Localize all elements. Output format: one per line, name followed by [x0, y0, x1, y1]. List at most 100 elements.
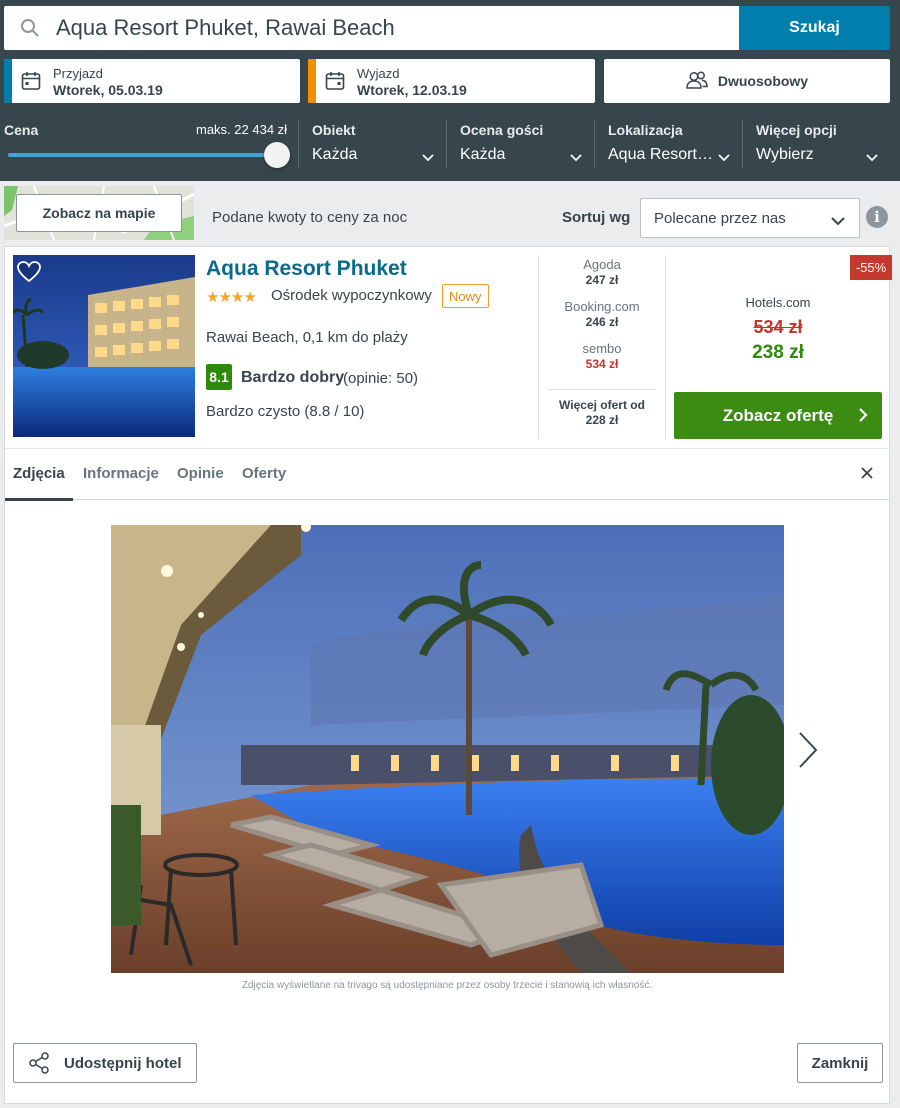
price-filter[interactable]: Cena maks. 22 434 zł [4, 113, 290, 173]
location-filter[interactable]: Lokalizacja Aqua Resort… [608, 113, 734, 173]
guest-rating-filter[interactable]: Ocena gości Każda [460, 113, 586, 173]
checkin-label: Przyjazd [53, 66, 103, 81]
deal-provider: Agoda [583, 257, 621, 272]
view-deal-label: Zobacz ofertę [722, 405, 834, 425]
alternative-deals: Agoda 247 zł Booking.com 246 zł sembo 53… [540, 257, 664, 428]
checkout-field[interactable]: Wyjazd Wtorek, 12.03.19 [308, 59, 595, 103]
divider [665, 255, 666, 439]
room-type-selector[interactable]: Dwuosobowy [604, 59, 890, 103]
tab-deals[interactable]: Oferty [242, 465, 286, 482]
cleanliness-rating: Bardzo czysto (8.8 / 10) [206, 403, 365, 420]
checkin-field[interactable]: Przyjazd Wtorek, 05.03.19 [4, 59, 300, 103]
location-filter-title: Lokalizacja [608, 122, 683, 138]
search-icon [4, 18, 56, 38]
discount-badge: -55% [850, 255, 892, 280]
search-query: Aqua Resort Phuket, Rawai Beach [56, 15, 395, 40]
hotel-result-card: Aqua Resort Phuket ★★★★ Ośrodek wypoczyn… [4, 246, 892, 1104]
sort-value: Polecane przez nas [654, 209, 786, 227]
calendar-icon [325, 71, 345, 96]
divider [538, 255, 539, 439]
deal-provider: sembo [582, 341, 622, 356]
price-notice: Podane kwoty to ceny za noc [212, 209, 408, 226]
deal-price: 246 zł [585, 315, 619, 329]
more-deals-price: 228 zł [585, 413, 619, 427]
chevron-right-icon[interactable] [798, 731, 818, 774]
deal-item[interactable]: Booking.com 246 zł [540, 299, 664, 341]
more-deals-label: Więcej ofert od [559, 398, 645, 412]
checkin-strip [4, 59, 12, 103]
tab-photos[interactable]: Zdjęcia [13, 465, 65, 482]
checkin-value: Wtorek, 05.03.19 [53, 82, 163, 98]
guests-icon [686, 71, 708, 92]
deal-item[interactable]: Agoda 247 zł [540, 257, 664, 299]
filter-bar: Cena maks. 22 434 zł Obiekt Każda Ocena … [0, 113, 900, 175]
chevron-down-icon [866, 149, 878, 167]
deal-provider: Booking.com [564, 299, 640, 314]
rating-score: 8.1 [206, 364, 232, 390]
detail-tabs: Zdjęcia Informacje Opinie Oferty [5, 448, 889, 501]
star-rating: ★★★★ [206, 289, 257, 306]
search-input[interactable]: Aqua Resort Phuket, Rawai Beach [4, 6, 740, 50]
price-max-label: maks. 22 434 zł [196, 122, 288, 137]
hotel-thumbnail[interactable] [13, 255, 195, 437]
old-price: 534 zł [753, 317, 803, 337]
share-icon [14, 1052, 64, 1074]
active-tab-indicator [5, 498, 73, 501]
room-type-label: Dwuosobowy [717, 73, 809, 89]
property-filter-value: Każda [312, 146, 358, 163]
search-header: Aqua Resort Phuket, Rawai Beach Szukaj P… [0, 0, 900, 181]
view-deal-button[interactable]: Zobacz ofertę [674, 392, 882, 439]
chevron-down-icon [718, 149, 730, 167]
more-options-title: Więcej opcji [756, 122, 837, 138]
sort-select[interactable]: Polecane przez nas [640, 198, 860, 238]
sort-label: Sortuj wg [562, 209, 631, 226]
divider [298, 119, 299, 169]
deal-item[interactable]: sembo 534 zł [540, 341, 664, 383]
deal-price: 534 zł [585, 357, 619, 371]
checkout-strip [308, 59, 316, 103]
divider [548, 389, 656, 390]
price-slider-track[interactable] [8, 153, 276, 157]
best-offer-provider: Hotels.com [745, 295, 811, 310]
chevron-down-icon [422, 149, 434, 167]
chevron-down-icon [570, 149, 582, 167]
rating-label[interactable]: Bardzo dobry [241, 369, 344, 387]
divider [742, 119, 743, 169]
divider [446, 119, 447, 169]
heart-icon[interactable] [17, 261, 41, 288]
more-options-value: Wybierz [756, 146, 814, 163]
close-button[interactable]: Zamknij [797, 1043, 883, 1083]
close-icon[interactable] [860, 466, 874, 485]
guest-rating-filter-title: Ocena gości [460, 122, 544, 138]
photo-credit: Zdjęcia wyświetlane na trivago są udostę… [241, 980, 653, 991]
hotel-location[interactable]: Rawai Beach, 0,1 km do plaży [206, 329, 408, 346]
rating-count: (opinie: 50) [343, 370, 419, 387]
tab-reviews[interactable]: Opinie [177, 465, 224, 482]
property-type: Ośrodek wypoczynkowy [271, 287, 432, 304]
property-filter-title: Obiekt [312, 122, 356, 138]
chevron-right-icon [858, 407, 868, 428]
price-slider-handle[interactable] [264, 142, 290, 168]
checkout-label: Wyjazd [357, 66, 400, 81]
checkout-value: Wtorek, 12.03.19 [357, 82, 467, 98]
tab-info[interactable]: Informacje [83, 465, 159, 482]
divider [594, 119, 595, 169]
new-badge: Nowy [442, 284, 489, 308]
calendar-icon [21, 71, 41, 96]
deal-price: 247 zł [585, 273, 619, 287]
hotel-name-link[interactable]: Aqua Resort Phuket [206, 257, 407, 281]
location-filter-value: Aqua Resort… [608, 146, 713, 163]
chevron-down-icon [831, 213, 845, 230]
price-filter-title: Cena [4, 122, 39, 138]
property-filter[interactable]: Obiekt Każda [312, 113, 438, 173]
hotel-photo[interactable] [111, 525, 784, 973]
best-price: 238 zł [752, 342, 804, 363]
guest-rating-filter-value: Każda [460, 146, 506, 163]
info-icon[interactable]: i [866, 206, 888, 228]
more-options-filter[interactable]: Więcej opcji Wybierz [756, 113, 882, 173]
search-button[interactable]: Szukaj [739, 6, 890, 50]
share-label: Udostępnij hotel [64, 1054, 182, 1072]
more-deals-link[interactable]: Więcej ofert od 228 zł [540, 398, 664, 428]
share-hotel-button[interactable]: Udostępnij hotel [13, 1043, 197, 1083]
view-on-map-button[interactable]: Zobacz na mapie [16, 194, 182, 232]
